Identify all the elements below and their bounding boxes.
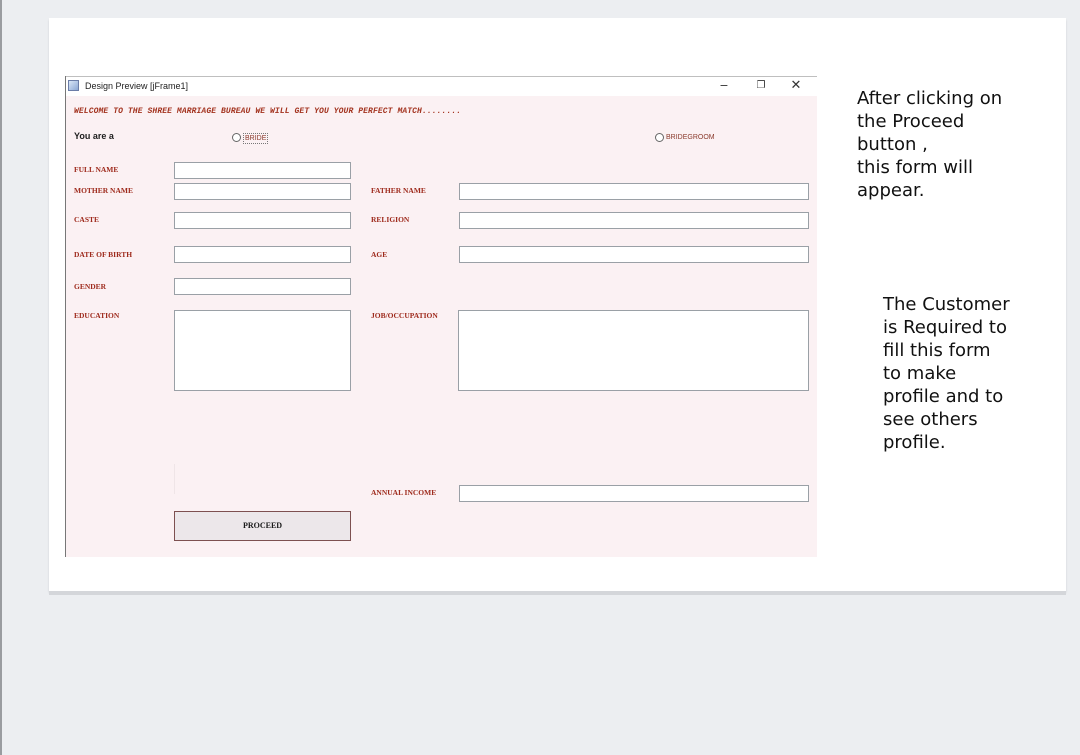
age-label: AGE [371, 250, 388, 259]
gender-label: GENDER [74, 282, 107, 291]
design-preview-window: Design Preview [jFrame1] − ❐ ✕ WELCOME T… [65, 76, 817, 557]
note2-line: to make [883, 363, 957, 384]
java-app-icon [68, 80, 79, 91]
note1-line: appear. [857, 180, 925, 201]
bridegroom-radio-label[interactable]: BRIDEGROOM [666, 133, 715, 142]
form-separator [174, 464, 175, 494]
caste-field[interactable] [174, 212, 351, 229]
bride-radio[interactable] [232, 133, 241, 142]
page-shadow [49, 591, 1066, 595]
note2-line: The Customer [883, 294, 1010, 315]
education-textarea[interactable] [174, 310, 351, 391]
note2-line: profile and to [883, 386, 1004, 407]
note1-line: the Proceed [857, 111, 965, 132]
annual-income-field[interactable] [459, 485, 809, 502]
bridegroom-radio[interactable] [655, 133, 664, 142]
father-name-field[interactable] [459, 183, 809, 200]
gender-field[interactable] [174, 278, 351, 295]
note2-line: is Required to [883, 317, 1008, 338]
father-name-label: FATHER NAME [371, 186, 426, 195]
window-titlebar: Design Preview [jFrame1] − ❐ ✕ [66, 76, 817, 96]
close-button[interactable]: ✕ [781, 77, 811, 95]
age-field[interactable] [459, 246, 809, 263]
restore-button[interactable]: ❐ [746, 77, 776, 95]
welcome-message: WELCOME TO THE SHREE MARRIAGE BUREAU WE … [74, 107, 462, 116]
date-of-birth-label: DATE OF BIRTH [74, 250, 133, 259]
note1-line: After clicking on [857, 88, 1003, 109]
bride-radio-label[interactable]: BRIDE [243, 133, 269, 144]
full-name-label: FULL NAME [74, 165, 119, 174]
note-after-proceed: After clicking on the Proceed button , t… [857, 87, 1057, 202]
note2-line: fill this form [883, 340, 991, 361]
job-occupation-textarea[interactable] [458, 310, 809, 391]
note1-line: this form will [857, 157, 973, 178]
annual-income-label: ANNUAL INCOME [371, 488, 437, 497]
date-of-birth-field[interactable] [174, 246, 351, 263]
education-label: EDUCATION [74, 311, 120, 320]
note1-line: button , [857, 134, 928, 155]
job-occupation-label: JOB/OCCUPATION [371, 311, 438, 320]
religion-label: RELIGION [371, 215, 410, 224]
note2-line: see others [883, 409, 978, 430]
mother-name-label: MOTHER NAME [74, 186, 133, 195]
minimize-button[interactable]: − [709, 77, 739, 95]
you-are-label: You are a [74, 131, 114, 141]
caste-label: CASTE [74, 215, 100, 224]
mother-name-field[interactable] [174, 183, 351, 200]
note2-line: profile. [883, 432, 946, 453]
note-customer-required: The Customer is Required to fill this fo… [883, 293, 1063, 454]
full-name-field[interactable] [174, 162, 351, 179]
window-title: Design Preview [jFrame1] [85, 81, 189, 91]
religion-field[interactable] [459, 212, 809, 229]
proceed-button[interactable]: PROCEED [174, 511, 351, 541]
left-border [0, 0, 2, 755]
